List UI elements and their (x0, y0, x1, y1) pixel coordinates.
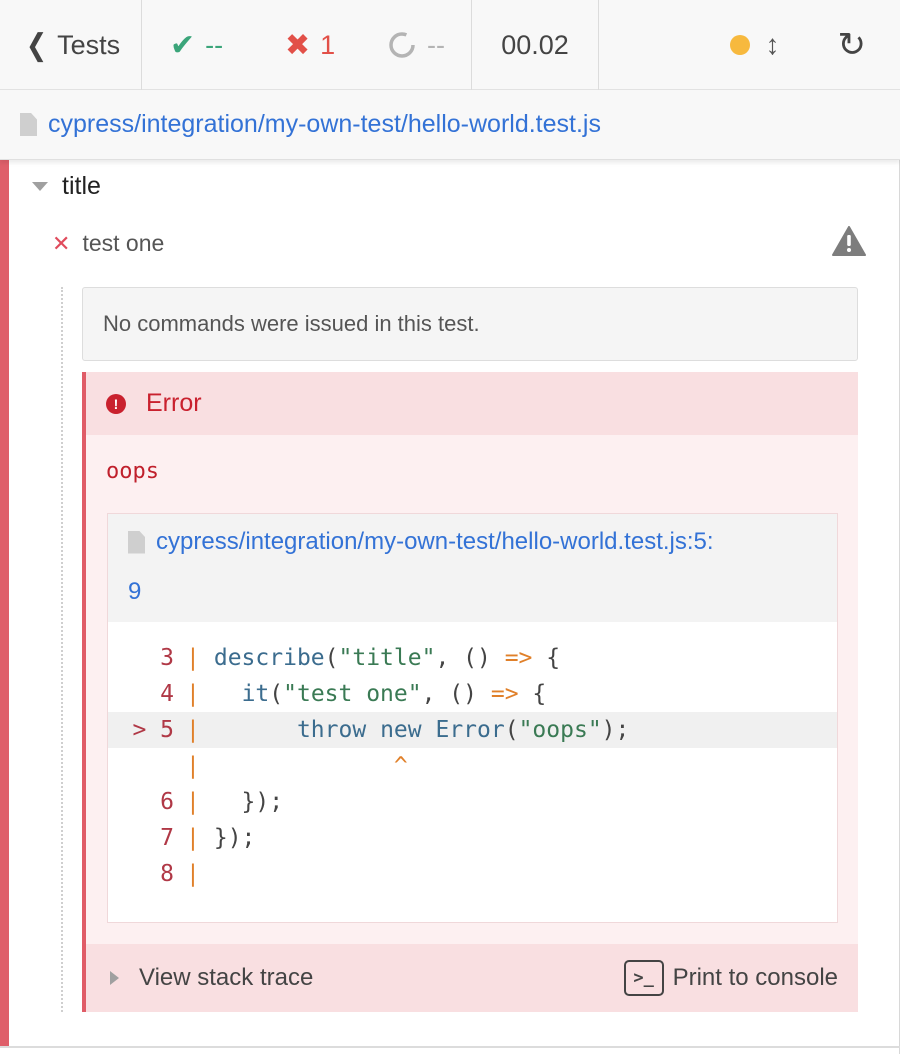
spec-path-bar: cypress/integration/my-own-test/hello-wo… (0, 90, 900, 160)
test-row[interactable]: ✕ test one (52, 226, 866, 257)
test-title: test one (82, 230, 165, 256)
suite-row[interactable]: title (32, 172, 101, 201)
rerun-icon[interactable]: ↻ (838, 25, 867, 65)
error-panel: ! Error oops cypress/integration/my-own-… (82, 372, 858, 1012)
reporter-header: ❮ Tests ✔ -- ✖ 1 -- 00.02 ↕ ↻ (0, 0, 900, 90)
check-icon: ✔ (170, 28, 196, 62)
line-number: 6 (160, 789, 174, 815)
tests-back-button[interactable]: ❮ Tests (0, 0, 142, 90)
gutter-separator: | (186, 717, 200, 743)
error-footer: View stack trace >_ Print to console (86, 944, 858, 1012)
file-icon (20, 113, 37, 136)
print-to-console-label: Print to console (672, 964, 838, 991)
code-line: 6 | }); (108, 784, 837, 820)
failed-count: 1 (320, 29, 336, 60)
code-token: "test one" (283, 681, 422, 707)
chevron-left-icon: ❮ (25, 28, 48, 62)
line-number: 4 (160, 681, 174, 707)
gutter-separator: | (186, 753, 200, 779)
file-icon (128, 530, 145, 554)
terminal-icon: >_ (623, 960, 664, 996)
auto-scroll-toggle-icon[interactable]: ↕ (766, 29, 780, 61)
test-stats: ✔ -- ✖ 1 -- (142, 0, 472, 90)
pending-stat: -- (387, 30, 445, 61)
failed-stat: ✖ 1 (285, 28, 387, 63)
code-token: ); (601, 717, 630, 743)
duration-timer: 00.02 (472, 0, 599, 90)
code-token: throw (296, 717, 367, 743)
code-token: Error (435, 717, 505, 743)
code-line: 8 | (108, 856, 837, 892)
code-token: , () (435, 645, 505, 671)
code-line: 4 | it("test one", () => { (108, 676, 837, 712)
spinner-icon (389, 32, 415, 58)
passed-count: -- (205, 29, 224, 60)
line-number: 3 (160, 645, 174, 671)
code-token: describe (213, 645, 325, 671)
x-icon: ✖ (285, 28, 311, 62)
gutter-separator: | (186, 861, 200, 887)
code-token: => (504, 645, 533, 671)
code-line: 7 |}); (108, 820, 837, 856)
no-commands-message: No commands were issued in this test. (82, 287, 858, 361)
code-token: }); (213, 789, 284, 815)
code-token: ^ (213, 753, 408, 779)
line-number: > 5 (132, 717, 174, 743)
collapse-triangle-icon (32, 182, 48, 191)
code-token: "title" (338, 645, 436, 671)
error-header: ! Error (86, 372, 858, 435)
code-frame-file: cypress/integration/my-own-test/hello-wo… (108, 514, 837, 622)
passed-stat: ✔ -- (170, 28, 285, 63)
tests-label: Tests (57, 29, 121, 60)
test-indent-guide (61, 287, 63, 1012)
code-token: => (490, 681, 519, 707)
code-line: | ^ (108, 748, 837, 784)
code-token: { (532, 645, 561, 671)
failed-suite-indicator (0, 160, 9, 1048)
gutter-separator: | (186, 825, 200, 851)
code-token: ( (269, 681, 284, 707)
header-controls: ↕ ↻ (599, 0, 900, 90)
code-token: it (241, 681, 270, 707)
gutter-separator: | (186, 645, 200, 671)
code-frame-file-link[interactable]: cypress/integration/my-own-test/hello-wo… (156, 528, 714, 556)
code-line: > 5 | throw new Error("oops"); (108, 712, 837, 748)
line-number: 7 (160, 825, 174, 851)
failed-x-icon: ✕ (52, 230, 71, 256)
code-frame-file-link-cont[interactable]: 9 (128, 578, 817, 606)
bottom-border (0, 1046, 900, 1048)
code-token: new (380, 717, 422, 743)
line-number: 8 (160, 861, 174, 887)
pending-count: -- (427, 29, 445, 60)
status-dot-icon (729, 35, 750, 55)
gutter-separator: | (186, 681, 200, 707)
code-token: { (518, 681, 547, 707)
error-name: Error (146, 389, 202, 417)
print-to-console-button[interactable]: >_ Print to console (623, 960, 838, 996)
code-line: 3 | describe("title", () => { (108, 640, 837, 676)
error-message: oops (106, 459, 159, 484)
warning-icon (832, 226, 866, 256)
code-token: }); (213, 825, 256, 851)
code-token: , () (421, 681, 491, 707)
expand-triangle-icon (110, 971, 119, 985)
code-token: "oops" (518, 717, 602, 743)
code-frame: cypress/integration/my-own-test/hello-wo… (107, 513, 838, 923)
code-token: ( (324, 645, 339, 671)
view-stack-trace-button[interactable]: View stack trace (139, 964, 313, 992)
spec-path-link[interactable]: cypress/integration/my-own-test/hello-wo… (48, 110, 601, 139)
gutter-separator: | (186, 789, 200, 815)
code-lines: 3 | describe("title", () => {4 | it("test o… (108, 640, 837, 892)
code-token: ( (504, 717, 519, 743)
suite-title: title (62, 172, 101, 200)
exclamation-circle-icon: ! (106, 393, 126, 414)
